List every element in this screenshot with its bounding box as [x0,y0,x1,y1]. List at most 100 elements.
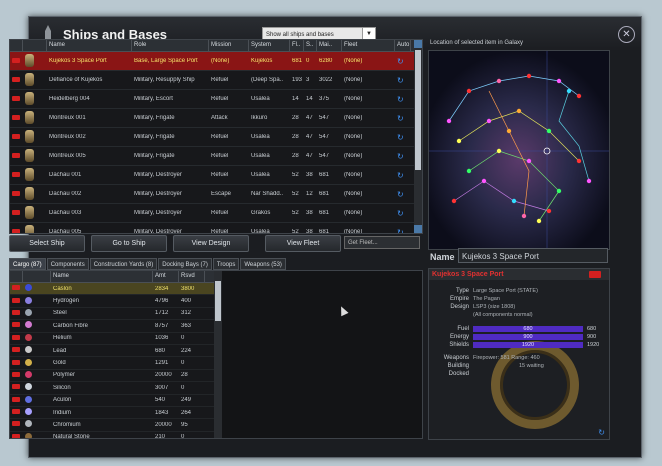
tab-docking-bays[interactable]: Docking Bays (7) [158,258,212,270]
list-item[interactable]: Gold 1291 0 [10,357,222,370]
ship-s: 3 [306,77,310,83]
delete-icon[interactable] [10,209,23,217]
list-item[interactable]: Natural Stone 210 0 [10,432,222,438]
refresh-icon[interactable]: ↻ [598,428,605,437]
list-item[interactable]: Silicon 3007 0 [10,382,222,395]
name-input[interactable]: Kujekos 3 Space Port [458,248,608,263]
delete-icon[interactable] [10,347,23,354]
tab-construction-yards[interactable]: Construction Yards (8) [89,258,158,270]
resource-name: Gold [53,360,66,367]
list-item[interactable]: Lead 680 224 [10,345,222,358]
auto-icon[interactable]: ↻ [395,209,411,218]
scroll-down-icon[interactable] [414,225,422,233]
column-header-rsvd[interactable]: Rsvd [179,271,205,282]
list-item[interactable]: Steel 1712 312 [10,308,222,321]
delete-icon[interactable] [10,171,23,179]
table-row[interactable]: Kujekos 3 Space Port Base, Large Space Po… [10,52,422,71]
column-header[interactable] [23,271,51,282]
column-header[interactable] [10,40,23,51]
go-to-ship-button[interactable]: Go to Ship [91,235,167,252]
list-item[interactable]: Polymer 20000 28 [10,370,222,383]
tab-troops[interactable]: Troops [212,258,240,270]
auto-icon[interactable]: ↻ [395,152,411,161]
delete-icon[interactable] [10,95,23,103]
column-header-auto[interactable]: Auto [395,40,411,51]
auto-icon[interactable]: ↻ [395,190,411,199]
delete-icon[interactable] [10,190,23,198]
table-row[interactable]: Dachau 003 Military, Destroyer Refuel Grako… [10,204,422,223]
view-design-button[interactable]: View Design [173,235,249,252]
column-header-name[interactable]: Name [47,40,132,51]
list-item[interactable]: Carbon Fibre 8757 363 [10,320,222,333]
select-ship-button[interactable]: Select Ship [9,235,85,252]
list-item[interactable]: Hydrogen 4796 400 [10,295,222,308]
column-header-mai[interactable]: Mai.. [317,40,342,51]
delete-icon[interactable] [10,396,23,404]
auto-icon[interactable]: ↻ [395,133,411,142]
table-row[interactable]: Dachau 005 Military, Destroyer Refuel Usale… [10,223,422,234]
column-header-name[interactable]: Name [51,271,153,282]
delete-icon[interactable] [10,57,23,65]
resource-amount: 1843 [155,409,169,416]
delete-icon[interactable] [10,334,23,342]
tab-cargo[interactable]: Cargo (87) [9,258,46,270]
table-row[interactable]: Montreux 001 Military, Frigate Attack Ikkur… [10,109,422,128]
resource-reserved: 249 [181,397,192,404]
column-header-s[interactable]: S.. [304,40,317,51]
tab-components[interactable]: Components [46,258,89,270]
list-item[interactable]: Chromium 20000 95 [10,419,222,432]
list-item[interactable]: Helium 1036 0 [10,333,222,345]
auto-icon[interactable]: ↻ [395,228,411,234]
delete-icon[interactable] [10,384,23,391]
view-fleet-button[interactable]: View Fleet [265,235,341,252]
cargo-scrollbar[interactable] [214,271,222,438]
column-header-fleet[interactable]: Fleet [342,40,395,51]
delete-icon[interactable] [10,114,23,122]
tab-weapons[interactable]: Weapons (53) [240,258,286,270]
table-row[interactable]: Defiance of Kujekos Military, Resupply Sh… [10,71,422,90]
ship-mission: Refuel [211,153,229,159]
delete-icon[interactable] [10,152,23,160]
ships-scrollbar[interactable] [414,40,422,233]
delete-icon[interactable] [10,309,23,317]
delete-icon[interactable] [10,421,23,428]
column-header-role[interactable]: Role [132,40,209,51]
delete-icon[interactable] [10,285,23,292]
scroll-thumb[interactable] [215,281,221,321]
get-fleet-dropdown[interactable]: Get Fleet... [344,236,420,249]
delete-icon[interactable] [10,359,23,367]
list-item[interactable]: Iridium 1843 264 [10,407,222,420]
delete-icon[interactable] [10,433,23,438]
column-header-system[interactable]: System [249,40,290,51]
table-row[interactable]: Dachau 002 Military, Destroyer Escape Nar S… [10,185,422,204]
table-row[interactable]: Dachau 001 Military, Destroyer Refuel Usale… [10,166,422,185]
column-header[interactable] [10,271,23,282]
table-row[interactable]: Heidelberg 004 Military, Escort Refuel Usal… [10,90,422,109]
column-header-amt[interactable]: Amt [153,271,179,282]
scroll-up-icon[interactable] [414,40,422,48]
auto-icon[interactable]: ↻ [395,171,411,180]
column-header-mission[interactable]: Mission [209,40,249,51]
auto-icon[interactable]: ↻ [395,57,411,66]
auto-icon[interactable]: ↻ [395,95,411,104]
close-icon[interactable]: ✕ [618,26,635,43]
auto-icon[interactable]: ↻ [395,114,411,123]
table-row[interactable]: Montreux 002 Military, Frigate Refuel Usale… [10,128,422,147]
delete-icon[interactable] [10,322,23,329]
delete-icon[interactable] [10,409,23,416]
delete-icon[interactable] [10,371,23,379]
list-item[interactable]: Caslon 2834 3800 [10,283,222,296]
delete-icon[interactable] [10,133,23,141]
galaxy-map[interactable] [428,50,610,250]
auto-icon[interactable]: ↻ [395,76,411,85]
table-row[interactable]: Montreux 005 Military, Frigate Refuel Usale… [10,147,422,166]
delete-icon[interactable] [10,297,23,305]
delete-icon[interactable] [589,271,601,278]
list-item[interactable]: Aculon 540 249 [10,395,222,407]
delete-icon[interactable] [10,76,23,84]
delete-icon[interactable] [10,228,23,233]
column-header-fl[interactable]: Fl.. [290,40,304,51]
ship-icon [23,72,47,88]
scroll-thumb[interactable] [415,50,421,170]
column-header[interactable] [23,40,47,51]
